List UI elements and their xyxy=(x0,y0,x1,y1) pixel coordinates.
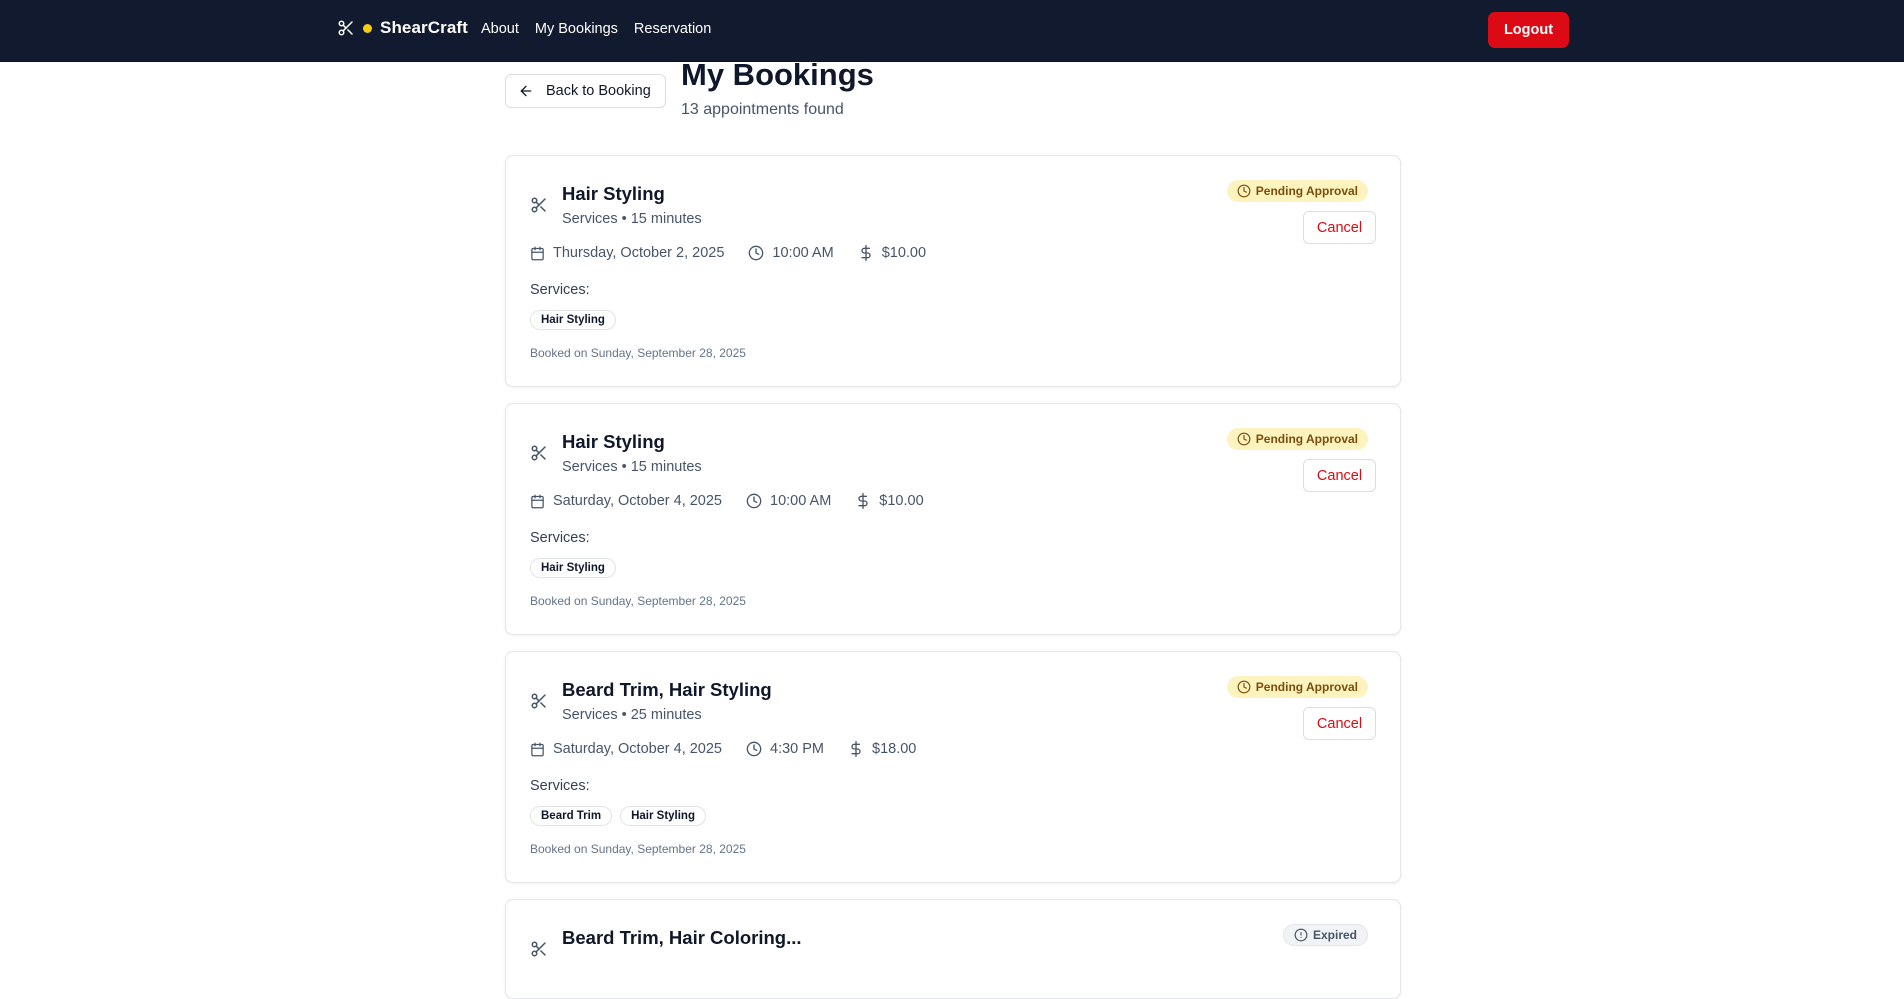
services-label: Services: xyxy=(530,282,590,298)
booking-time: 10:00 AM xyxy=(772,245,834,261)
booked-on: Booked on Sunday, September 28, 2025 xyxy=(530,842,746,856)
booking-card: Beard Trim, Hair Coloring... Expired xyxy=(505,899,1401,999)
top-navbar: ShearCraft About My Bookings Reservation… xyxy=(0,0,1904,62)
booking-date: Saturday, October 4, 2025 xyxy=(553,741,723,757)
scissors-icon xyxy=(530,692,548,710)
status-label: Expired xyxy=(1312,928,1357,942)
status-badge: Pending Approval xyxy=(1226,180,1368,202)
status-label: Pending Approval xyxy=(1255,432,1358,446)
scissors-icon xyxy=(530,940,548,958)
booked-on: Booked on Sunday, September 28, 2025 xyxy=(530,594,746,608)
scissors-icon xyxy=(337,19,355,37)
status-badge: Pending Approval xyxy=(1226,428,1368,450)
booking-date: Saturday, October 4, 2025 xyxy=(553,493,723,509)
booking-card: Hair Styling Services • 15 minutes Thurs… xyxy=(505,155,1401,387)
clock-icon xyxy=(1237,184,1251,198)
cancel-button[interactable]: Cancel xyxy=(1303,459,1376,492)
cancel-button[interactable]: Cancel xyxy=(1303,707,1376,740)
status-badge: Pending Approval xyxy=(1226,676,1368,698)
status-badge: Expired xyxy=(1282,924,1368,946)
booking-meta: Services • 15 minutes xyxy=(562,459,702,475)
status-label: Pending Approval xyxy=(1255,184,1358,198)
booking-meta: Services • 25 minutes xyxy=(562,707,702,723)
scissors-icon xyxy=(530,196,548,214)
booking-price: $10.00 xyxy=(881,245,927,261)
dollar-icon xyxy=(855,493,871,509)
brand[interactable]: ShearCraft xyxy=(337,18,468,38)
booking-title: Hair Styling xyxy=(562,431,665,452)
back-button-label: Back to Booking xyxy=(546,83,651,99)
booking-date: Thursday, October 2, 2025 xyxy=(553,245,725,261)
service-tags: Hair Styling xyxy=(530,310,616,330)
clock-icon xyxy=(1237,432,1251,446)
booking-price: $10.00 xyxy=(879,493,924,509)
booking-card: Hair Styling Services • 15 minutes Satur… xyxy=(505,403,1401,635)
booking-title: Beard Trim, Hair Coloring... xyxy=(562,927,802,948)
logout-button[interactable]: Logout xyxy=(1488,12,1569,48)
appointments-count: 13 appointments found xyxy=(681,101,844,118)
arrow-left-icon xyxy=(518,83,534,99)
booking-title: Hair Styling xyxy=(562,183,665,204)
nav-link-reservation[interactable]: Reservation xyxy=(634,21,711,37)
alert-circle-icon xyxy=(1294,928,1308,942)
scissors-icon xyxy=(530,444,548,462)
service-tags: Beard Trim Hair Styling xyxy=(530,806,706,826)
service-tag: Beard Trim xyxy=(530,806,613,826)
booking-details: Thursday, October 2, 2025 10:00 AM $10.0… xyxy=(530,245,950,261)
services-label: Services: xyxy=(530,778,590,794)
service-tag: Hair Styling xyxy=(530,310,616,330)
brand-dot xyxy=(363,23,372,33)
clock-icon xyxy=(746,493,762,509)
clock-icon xyxy=(1237,680,1251,694)
back-to-booking-button[interactable]: Back to Booking xyxy=(505,74,666,108)
booking-details: Saturday, October 4, 2025 4:30 PM $18.00 xyxy=(530,741,940,757)
booked-on: Booked on Sunday, September 28, 2025 xyxy=(530,346,746,360)
booking-card: Beard Trim, Hair Styling Services • 25 m… xyxy=(505,651,1401,883)
cancel-button[interactable]: Cancel xyxy=(1303,211,1376,244)
status-label: Pending Approval xyxy=(1255,680,1358,694)
booking-time: 10:00 AM xyxy=(770,493,832,509)
service-tag: Hair Styling xyxy=(620,806,706,826)
nav-link-my-bookings[interactable]: My Bookings xyxy=(535,21,618,37)
calendar-icon xyxy=(530,246,545,261)
clock-icon xyxy=(746,741,762,757)
booking-details: Saturday, October 4, 2025 10:00 AM $10.0… xyxy=(530,493,948,509)
dollar-icon xyxy=(858,245,874,261)
clock-icon xyxy=(748,245,764,261)
booking-meta: Services • 15 minutes xyxy=(562,211,702,227)
booking-time: 4:30 PM xyxy=(770,741,825,757)
calendar-icon xyxy=(530,494,545,509)
page-title: My Bookings xyxy=(681,57,874,92)
services-label: Services: xyxy=(530,530,590,546)
calendar-icon xyxy=(530,742,545,757)
service-tags: Hair Styling xyxy=(530,558,616,578)
brand-name: ShearCraft xyxy=(380,18,468,37)
nav-link-about[interactable]: About xyxy=(481,21,519,37)
service-tag: Hair Styling xyxy=(530,558,616,578)
dollar-icon xyxy=(848,741,864,757)
booking-title: Beard Trim, Hair Styling xyxy=(562,679,772,700)
booking-price: $18.00 xyxy=(872,741,917,757)
nav-links: About My Bookings Reservation xyxy=(481,21,711,37)
